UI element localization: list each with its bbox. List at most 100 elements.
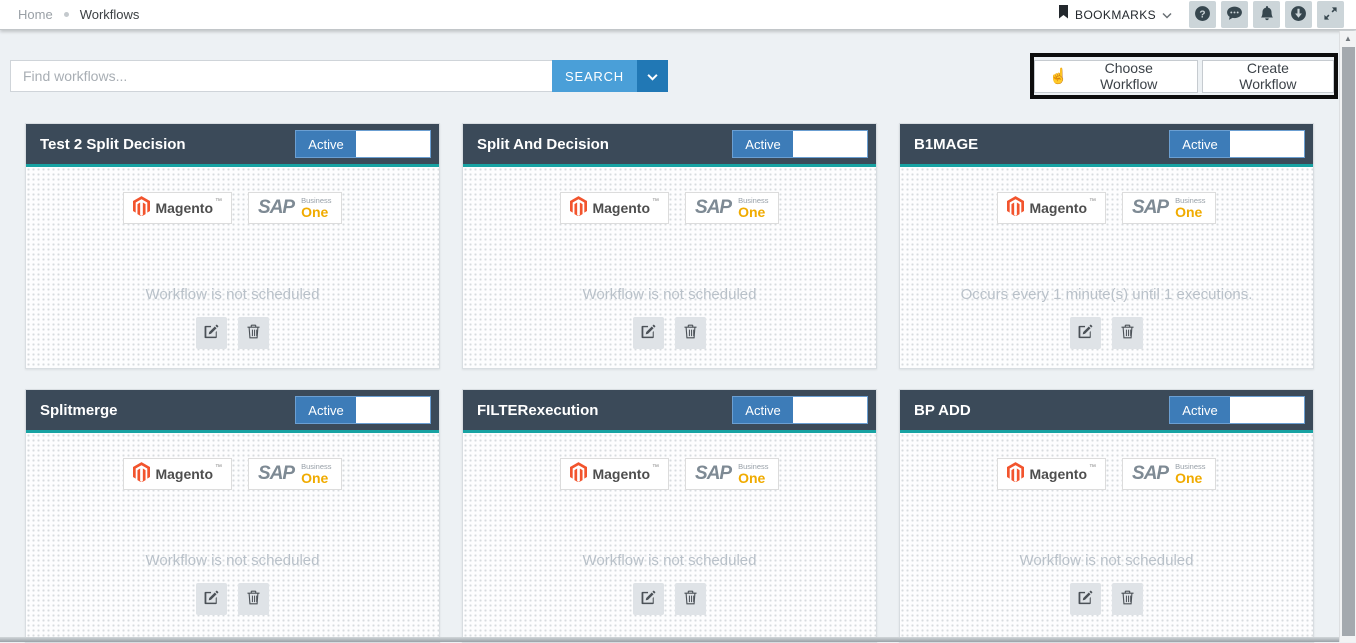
scrollbar-thumb[interactable] (1342, 47, 1355, 636)
workflow-card-body: Magento ™ SAP Business One Occurs every … (900, 167, 1313, 368)
active-toggle-track (356, 397, 430, 423)
help-button[interactable]: ? (1189, 1, 1216, 28)
magento-logo: Magento ™ (560, 192, 669, 224)
workflow-card-header: B1MAGE Active (900, 124, 1313, 164)
magento-trademark: ™ (1089, 464, 1096, 471)
magento-icon (133, 196, 150, 221)
magento-trademark: ™ (1089, 198, 1096, 205)
active-toggle-label: Active (296, 131, 356, 157)
create-workflow-button[interactable]: Create Workflow (1202, 60, 1334, 93)
active-toggle[interactable]: Active (295, 130, 431, 158)
workflow-card-header: BP ADD Active (900, 390, 1313, 430)
edit-workflow-button[interactable] (1070, 583, 1101, 615)
sap-label: SAP (258, 197, 294, 219)
active-toggle-label: Active (733, 131, 793, 157)
trash-icon (247, 590, 260, 608)
delete-workflow-button[interactable] (238, 583, 269, 615)
trash-icon (247, 324, 260, 342)
edit-icon (204, 324, 219, 342)
edit-workflow-button[interactable] (1070, 317, 1101, 349)
card-actions (900, 583, 1313, 615)
magento-trademark: ™ (215, 198, 222, 205)
workflow-grid: Test 2 Split Decision Active Magento ™ S… (25, 123, 1314, 643)
sap-one-label: One (1175, 205, 1205, 219)
delete-workflow-button[interactable] (675, 317, 706, 349)
active-toggle[interactable]: Active (295, 396, 431, 424)
download-icon (1290, 5, 1307, 25)
active-toggle[interactable]: Active (1169, 130, 1305, 158)
search-options-button[interactable] (637, 60, 668, 92)
active-toggle[interactable]: Active (1169, 396, 1305, 424)
vertical-scrollbar[interactable]: ▲ (1339, 31, 1356, 642)
schedule-text: Workflow is not scheduled (463, 552, 876, 569)
active-toggle[interactable]: Active (732, 396, 868, 424)
sap-business-one-logo: SAP Business One (248, 192, 342, 224)
schedule-text: Workflow is not scheduled (463, 286, 876, 303)
active-toggle-track (793, 131, 867, 157)
active-toggle-track (356, 131, 430, 157)
breadcrumb-separator (64, 12, 69, 17)
bookmarks-menu[interactable]: BOOKMARKS (1058, 5, 1172, 24)
workflow-title: Test 2 Split Decision (40, 136, 186, 153)
delete-workflow-button[interactable] (238, 317, 269, 349)
notifications-button[interactable] (1253, 1, 1280, 28)
edit-workflow-button[interactable] (196, 317, 227, 349)
schedule-text: Workflow is not scheduled (26, 286, 439, 303)
trash-icon (1121, 590, 1134, 608)
delete-workflow-button[interactable] (1112, 317, 1143, 349)
workflow-card-body: Magento ™ SAP Business One Workflow is n… (900, 433, 1313, 642)
sap-product: Business One (738, 197, 768, 219)
workflow-card-header: Splitmerge Active (26, 390, 439, 430)
search-button[interactable]: SEARCH (552, 60, 637, 92)
workflow-title: FILTERexecution (477, 402, 598, 419)
sap-business-one-logo: SAP Business One (1122, 192, 1216, 224)
card-actions (463, 583, 876, 615)
active-toggle-label: Active (296, 397, 356, 423)
magento-logo: Magento ™ (123, 192, 232, 224)
sap-business-one-logo: SAP Business One (685, 192, 779, 224)
magento-icon (133, 462, 150, 487)
edit-workflow-button[interactable] (633, 317, 664, 349)
sap-product: Business One (1175, 197, 1205, 219)
schedule-text: Workflow is not scheduled (900, 552, 1313, 569)
sap-one-label: One (738, 205, 768, 219)
edit-workflow-button[interactable] (633, 583, 664, 615)
expand-icon (1323, 6, 1338, 24)
updates-button[interactable] (1285, 1, 1312, 28)
magento-label: Magento (1029, 200, 1087, 216)
sap-business-one-logo: SAP Business One (248, 458, 342, 490)
sap-one-label: One (1175, 471, 1205, 485)
bookmarks-label: BOOKMARKS (1075, 8, 1156, 22)
workflow-card: BP ADD Active Magento ™ SAP Busi (899, 389, 1314, 643)
breadcrumb-home[interactable]: Home (18, 7, 53, 22)
search-input[interactable] (10, 60, 552, 92)
magento-icon (1007, 196, 1024, 221)
edit-workflow-button[interactable] (196, 583, 227, 615)
magento-icon (570, 462, 587, 487)
sap-product: Business One (301, 463, 331, 485)
edit-icon (1078, 590, 1093, 608)
active-toggle[interactable]: Active (732, 130, 868, 158)
fullscreen-button[interactable] (1317, 1, 1344, 28)
main-content: SEARCH ☝ Choose Workflow Create Workflow… (0, 31, 1339, 642)
connector-logos: Magento ™ SAP Business One (463, 192, 876, 224)
choose-workflow-button[interactable]: ☝ Choose Workflow (1034, 60, 1198, 93)
sap-label: SAP (695, 197, 731, 219)
connector-logos: Magento ™ SAP Business One (900, 458, 1313, 490)
connector-logos: Magento ™ SAP Business One (26, 192, 439, 224)
workflow-title: B1MAGE (914, 136, 978, 153)
connector-logos: Magento ™ SAP Business One (463, 458, 876, 490)
feedback-button[interactable] (1221, 1, 1248, 28)
card-actions (26, 583, 439, 615)
magento-label: Magento (592, 466, 650, 482)
delete-workflow-button[interactable] (1112, 583, 1143, 615)
workflow-card-body: Magento ™ SAP Business One Workflow is n… (26, 433, 439, 642)
chat-icon (1226, 5, 1243, 25)
scroll-up-arrow[interactable]: ▲ (1340, 31, 1356, 46)
workflow-card-body: Magento ™ SAP Business One Workflow is n… (463, 433, 876, 642)
active-toggle-label: Active (1170, 397, 1230, 423)
workflow-card: B1MAGE Active Magento ™ SAP Busi (899, 123, 1314, 369)
sap-one-label: One (301, 205, 331, 219)
sap-one-label: One (301, 471, 331, 485)
delete-workflow-button[interactable] (675, 583, 706, 615)
